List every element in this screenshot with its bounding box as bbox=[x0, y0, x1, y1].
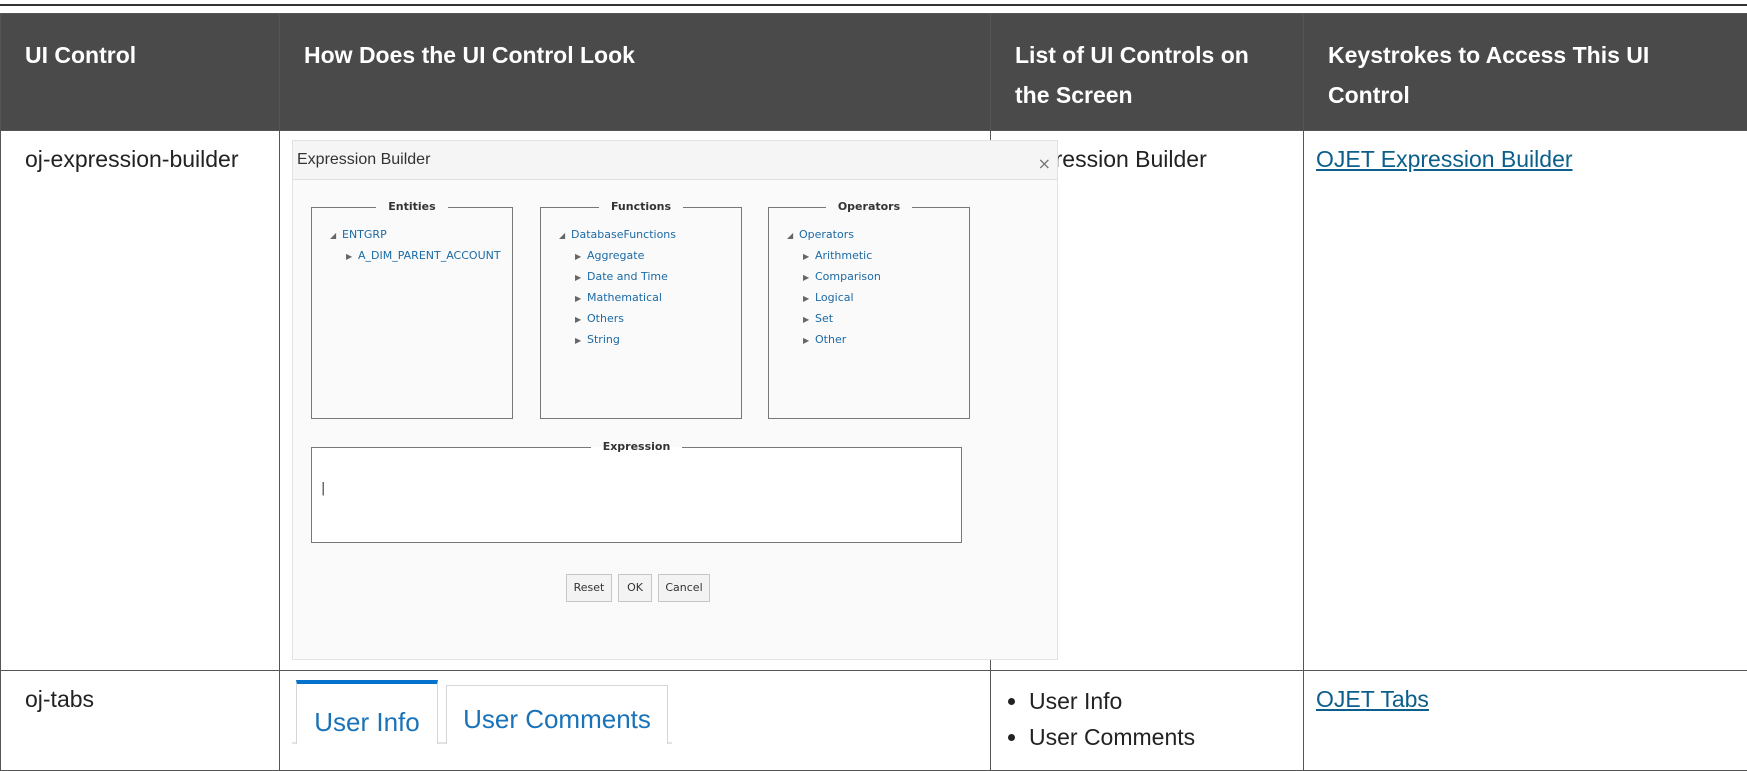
operators-panel: Operators ◢Operators ▶Arithmetic ▶Compar… bbox=[768, 193, 970, 419]
ui-controls-table: UI Control How Does the UI Control Look … bbox=[0, 13, 1747, 771]
tree-node-a-dim-parent-account[interactable]: ▶A_DIM_PARENT_ACCOUNT bbox=[330, 246, 512, 267]
operators-legend: Operators bbox=[826, 193, 912, 221]
tree-node-other[interactable]: ▶Other bbox=[787, 330, 969, 351]
table-row: oj-tabs User Info User Comments User Inf… bbox=[1, 671, 1747, 771]
collapsed-triangle-icon: ▶ bbox=[346, 247, 358, 267]
expanded-triangle-icon: ◢ bbox=[330, 226, 342, 246]
header-ui-control-look: How Does the UI Control Look bbox=[280, 14, 991, 131]
header-ui-control: UI Control bbox=[1, 14, 280, 131]
reset-button[interactable]: Reset bbox=[566, 574, 612, 602]
list-item: User Info bbox=[1029, 682, 1291, 721]
expression-builder-dialog: Expression Builder × Entities ◢ENTGRP ▶A… bbox=[292, 140, 1058, 660]
header-keystrokes: Keystrokes to Access This UI Control bbox=[1304, 14, 1747, 131]
ojet-tabs-link[interactable]: OJET Tabs bbox=[1316, 686, 1429, 712]
tree-node-databasefunctions[interactable]: ◢DatabaseFunctions bbox=[559, 225, 741, 246]
top-rule bbox=[0, 4, 1747, 6]
tree-node-others[interactable]: ▶Others bbox=[559, 309, 741, 330]
functions-panel: Functions ◢DatabaseFunctions ▶Aggregate … bbox=[540, 193, 742, 419]
collapsed-triangle-icon: ▶ bbox=[575, 247, 587, 267]
tree-node-comparison[interactable]: ▶Comparison bbox=[787, 267, 969, 288]
tree-node-string[interactable]: ▶String bbox=[559, 330, 741, 351]
collapsed-triangle-icon: ▶ bbox=[575, 289, 587, 309]
header-controls-list: List of UI Controls on the Screen bbox=[991, 14, 1304, 131]
table-header-row: UI Control How Does the UI Control Look … bbox=[1, 14, 1747, 131]
tab-user-comments[interactable]: User Comments bbox=[446, 685, 668, 744]
tree-node-aggregate[interactable]: ▶Aggregate bbox=[559, 246, 741, 267]
controls-list: User Info User Comments bbox=[1005, 682, 1291, 757]
dialog-title: Expression Builder bbox=[293, 141, 1057, 180]
tree-node-operators[interactable]: ◢Operators bbox=[787, 225, 969, 246]
cell-preview: User Info User Comments bbox=[280, 671, 991, 771]
table-row: oj-expression-builder Expression Builder… bbox=[1, 131, 1747, 671]
entities-panel: Entities ◢ENTGRP ▶A_DIM_PARENT_ACCOUNT bbox=[311, 193, 513, 419]
collapsed-triangle-icon: ▶ bbox=[575, 331, 587, 351]
collapsed-triangle-icon: ▶ bbox=[803, 268, 815, 288]
expanded-triangle-icon: ◢ bbox=[559, 226, 571, 246]
close-icon[interactable]: × bbox=[1038, 150, 1051, 178]
cell-keystrokes: OJET Tabs bbox=[1304, 671, 1747, 771]
tab-user-info[interactable]: User Info bbox=[296, 680, 438, 744]
cell-controls-list: User Info User Comments bbox=[991, 671, 1304, 771]
list-item: User Comments bbox=[1029, 718, 1291, 757]
tree-node-set[interactable]: ▶Set bbox=[787, 309, 969, 330]
collapsed-triangle-icon: ▶ bbox=[575, 268, 587, 288]
expression-panel[interactable]: Expression | bbox=[311, 433, 962, 543]
collapsed-triangle-icon: ▶ bbox=[575, 310, 587, 330]
entities-legend: Entities bbox=[376, 193, 447, 221]
tree-node-mathematical[interactable]: ▶Mathematical bbox=[559, 288, 741, 309]
cell-control-name: oj-expression-builder bbox=[1, 131, 280, 671]
cell-control-name: oj-tabs bbox=[1, 671, 280, 771]
tabs-preview: User Info User Comments bbox=[292, 680, 978, 748]
tree-node-logical[interactable]: ▶Logical bbox=[787, 288, 969, 309]
cell-preview: Expression Builder × Entities ◢ENTGRP ▶A… bbox=[280, 131, 991, 671]
collapsed-triangle-icon: ▶ bbox=[803, 247, 815, 267]
cell-keystrokes: OJET Expression Builder bbox=[1304, 131, 1747, 671]
collapsed-triangle-icon: ▶ bbox=[803, 289, 815, 309]
expanded-triangle-icon: ◢ bbox=[787, 226, 799, 246]
collapsed-triangle-icon: ▶ bbox=[803, 331, 815, 351]
expression-input[interactable]: | bbox=[321, 475, 325, 503]
tree-node-arithmetic[interactable]: ▶Arithmetic bbox=[787, 246, 969, 267]
expression-legend: Expression bbox=[591, 433, 683, 461]
collapsed-triangle-icon: ▶ bbox=[803, 310, 815, 330]
ok-button[interactable]: OK bbox=[618, 574, 652, 602]
ojet-expression-builder-link[interactable]: OJET Expression Builder bbox=[1316, 146, 1573, 172]
functions-legend: Functions bbox=[599, 193, 683, 221]
cancel-button[interactable]: Cancel bbox=[658, 574, 710, 602]
tree-node-entgrp[interactable]: ◢ENTGRP bbox=[330, 225, 512, 246]
tree-node-date-and-time[interactable]: ▶Date and Time bbox=[559, 267, 741, 288]
